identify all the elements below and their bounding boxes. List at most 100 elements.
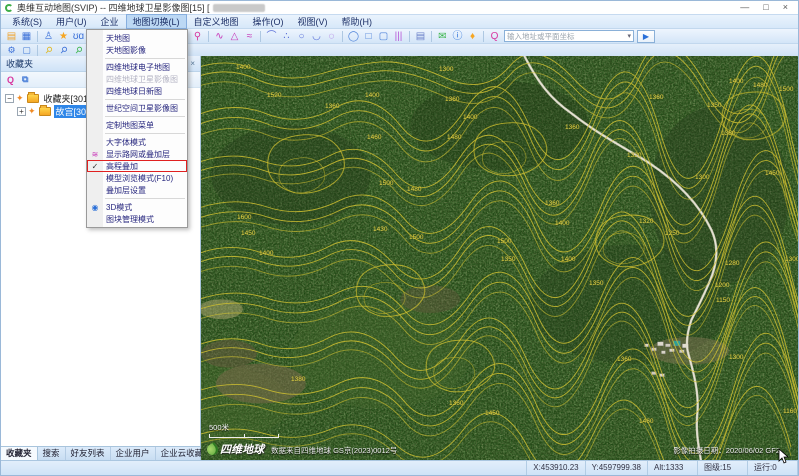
address-search-box: ▾ [504, 30, 634, 42]
search-icon[interactable]: Q [487, 30, 502, 43]
menu-item-large-font-mode[interactable]: 大字体模式 [87, 136, 187, 148]
window-title: 奥维互动地图(SVIP) -- 四维地球卫星影像图[15] [ [17, 1, 210, 14]
collapse-icon[interactable]: − [5, 94, 14, 103]
rounded-rect-icon[interactable]: ▢ [376, 30, 391, 43]
menu-item-mode-3d[interactable]: ◉3D模式 [87, 201, 187, 213]
statusbar: X:453910.23Y:4597999.38Alt:1333图级:15运行:0 [1, 460, 798, 475]
favorites-search-icon[interactable]: Q [7, 75, 14, 85]
info-icon[interactable]: ⓘ [450, 30, 465, 43]
statusbar-filler [1, 461, 527, 475]
menu-item-siwei-daily-map[interactable]: 四维地球日新图 [87, 85, 187, 97]
toolbar-row1-icons: ▤▦♙★ʊɑ♀✎▥◔▾▣⚲∿△≈⌒∴○◡◌◯□▢|||▤✉ⓘ♦Q [4, 30, 502, 43]
menu-map-switch[interactable]: 地图切换(L) [126, 14, 187, 29]
vip-gem-icon[interactable]: ♦ [465, 30, 480, 43]
menu-separator [105, 198, 185, 199]
tab-search[interactable]: 搜索 [38, 447, 66, 460]
roadnet-icon: ≋ [87, 150, 103, 159]
tab-enterprise-users[interactable]: 企业用户 [111, 447, 156, 460]
menu-item-custom-map-menu[interactable]: 定制地图菜单 [87, 119, 187, 131]
open-folder-icon[interactable]: ▤ [4, 30, 19, 43]
ring-icon[interactable]: ◯ [346, 30, 361, 43]
menu-item-label: 四维地球卫星影像图 [103, 74, 178, 85]
menu-operate[interactable]: 操作(O) [246, 14, 291, 29]
friends-icon[interactable]: ♙ [41, 30, 56, 43]
menu-item-label: 模型浏览模式(F10) [103, 173, 173, 184]
status-y: Y:4597999.38 [586, 461, 648, 475]
status-map-level: 图级:15 [698, 461, 748, 475]
title-redacted-block [213, 4, 265, 12]
rect-icon[interactable]: □ [361, 30, 376, 43]
map-provider-name: 四维地球 [220, 441, 264, 457]
arc-up-icon[interactable]: ⌒ [264, 30, 279, 43]
favorites-panel-title: 收藏夹 [6, 57, 33, 70]
menu-enterprise[interactable]: 企业 [94, 14, 126, 29]
map-scale-bar [209, 434, 279, 438]
menu-item-century-space-imagery[interactable]: 世纪空间卫星影像图 [87, 102, 187, 114]
menu-item-tianditu-imagery[interactable]: 天地图影像 [87, 44, 187, 56]
search-dropdown-caret-icon[interactable]: ▾ [625, 32, 633, 40]
menu-item-tianditu[interactable]: 天地图 [87, 32, 187, 44]
menu-item-label: 高程叠加 [103, 161, 138, 172]
multipoint-icon[interactable]: ∴ [279, 30, 294, 43]
menu-user[interactable]: 用户(U) [49, 14, 94, 29]
map-scale-label: 500米 [209, 422, 279, 433]
menu-system[interactable]: 系统(S) [5, 14, 49, 29]
placemark-icon: ✦ [28, 106, 36, 117]
expand-icon[interactable]: + [17, 107, 26, 116]
menu-help[interactable]: 帮助(H) [335, 14, 380, 29]
address-search-input[interactable] [505, 31, 625, 41]
tree-node-label: 收藏夹[301] [42, 92, 93, 105]
menubar: 系统(S)用户(U)企业地图切换(L)自定义地图操作(O)视图(V)帮助(H) [1, 14, 798, 28]
menu-custom-map[interactable]: 自定义地图 [187, 14, 246, 29]
favorites-star-icon[interactable]: ★ [56, 30, 71, 43]
placemark-pin-icon[interactable]: ⚲ [190, 30, 205, 43]
tab-favorites[interactable]: 收藏夹 [1, 447, 38, 460]
ellipse-icon[interactable]: ◌ [324, 30, 339, 43]
arc-down-icon[interactable]: ◡ [309, 30, 324, 43]
curve-icon[interactable]: ≈ [242, 30, 257, 43]
close-button[interactable]: × [783, 1, 788, 14]
satellite-map[interactable]: 1400152013601400130013601400148014601360… [201, 56, 798, 460]
toolbar-separator [260, 31, 261, 42]
menu-item-overlay-settings[interactable]: 叠加层设置 [87, 184, 187, 196]
search-go-button[interactable]: ▶ [637, 30, 655, 43]
maximize-button[interactable]: □ [763, 1, 768, 14]
tab-friends[interactable]: 好友列表 [66, 447, 111, 460]
toolbar-separator [431, 31, 432, 42]
menu-item-siwei-electronic-map[interactable]: 四维地球电子地图 [87, 61, 187, 73]
polygon-icon[interactable]: △ [227, 30, 242, 43]
menu-item-model-browse-mode[interactable]: 模型浏览模式(F10) [87, 172, 187, 184]
menu-item-siwei-satellite-imagery: 四维地球卫星影像图 [87, 73, 187, 85]
toolbar-separator [37, 31, 38, 42]
menu-item-label: 定制地图菜单 [103, 120, 154, 131]
menu-item-elevation-overlay[interactable]: ✓高程叠加 [87, 160, 187, 172]
menu-separator [105, 99, 185, 100]
polyline-icon[interactable]: ∿ [212, 30, 227, 43]
menu-item-label: 世纪空间卫星影像图 [103, 103, 178, 114]
save-icon[interactable]: ▦ [19, 30, 34, 43]
circle-icon[interactable]: ○ [294, 30, 309, 43]
satellite-imagery [201, 56, 798, 460]
map-capture-date: 影像拍摄日期：2020/06/02 GF2 [673, 445, 780, 456]
book-icon[interactable]: ▤ [413, 30, 428, 43]
menu-item-label: 大字体模式 [103, 137, 146, 148]
favorites-layers-icon[interactable]: ⧉ [22, 74, 28, 85]
app-window: 奥维互动地图(SVIP) -- 四维地球卫星影像图[15] [ — □ × 系统… [0, 0, 799, 476]
map-switch-menu: 天地图天地图影像四维地球电子地图四维地球卫星影像图四维地球日新图世纪空间卫星影像… [86, 29, 188, 228]
status-run: 运行:0 [748, 461, 798, 475]
settings-gear-icon[interactable]: ⚙ [4, 44, 19, 57]
message-icon[interactable]: ✉ [435, 30, 450, 43]
toolbar-separator [409, 31, 410, 42]
favorites-search-icon[interactable]: ʊɑ [71, 30, 86, 43]
toolbar-separator [342, 31, 343, 42]
check-icon: ✓ [87, 162, 103, 171]
new-document-icon[interactable]: ▢ [19, 44, 34, 57]
menu-view[interactable]: 视图(V) [291, 14, 335, 29]
bars-icon[interactable]: ||| [391, 30, 406, 43]
menu-item-show-roadnet-overlay[interactable]: ≋显示路网或叠加层 [87, 148, 187, 160]
menu-separator [105, 133, 185, 134]
panel-close-icon[interactable]: × [190, 59, 195, 68]
minimize-button[interactable]: — [740, 1, 749, 14]
menu-item-tile-manage-mode[interactable]: 图块管理模式 [87, 213, 187, 225]
toolbar-separator [483, 31, 484, 42]
